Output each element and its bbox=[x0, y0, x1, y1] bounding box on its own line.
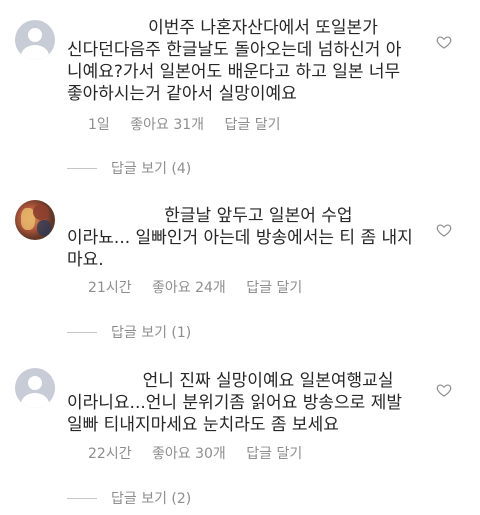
heart-outline-icon[interactable] bbox=[436, 34, 452, 50]
comment-time: 22시간 bbox=[88, 446, 132, 462]
comment-text: 언니 진짜 실망이예요 일본여행교실 이라니요...언니 분위기좀 읽어요 방송… bbox=[67, 371, 402, 435]
avatar-photo-part bbox=[33, 204, 49, 220]
comment-likes-count[interactable]: 좋아요 24개 bbox=[152, 280, 226, 296]
default-user-icon bbox=[28, 28, 42, 42]
user-avatar[interactable] bbox=[15, 20, 55, 60]
comment-time: 1일 bbox=[88, 117, 110, 133]
comment-meta: 22시간 좋아요 30개 답글 달기 bbox=[88, 443, 318, 463]
user-avatar[interactable] bbox=[15, 368, 55, 408]
reply-button[interactable]: 답글 달기 bbox=[225, 117, 281, 133]
user-avatar[interactable] bbox=[15, 200, 55, 240]
default-user-icon-body bbox=[21, 393, 49, 408]
avatar-photo-part bbox=[37, 220, 51, 236]
view-replies-button[interactable]: 답글 보기 (1) bbox=[67, 322, 191, 342]
comment-text: 한글날 앞두고 일본어 수업 이라뇨... 일빠인거 아는데 방송에서는 티 좀… bbox=[67, 206, 413, 270]
view-replies-label: 답글 보기 (4) bbox=[111, 161, 192, 177]
view-replies-label: 답글 보기 (1) bbox=[111, 325, 192, 341]
reply-button[interactable]: 답글 달기 bbox=[246, 280, 302, 296]
reply-button[interactable]: 답글 달기 bbox=[246, 446, 302, 462]
heart-outline-icon[interactable] bbox=[436, 382, 452, 398]
comment-meta: 21시간 좋아요 24개 답글 달기 bbox=[88, 277, 318, 297]
view-replies-button[interactable]: 답글 보기 (4) bbox=[67, 158, 191, 178]
comment-text: 이번주 나혼자산다에서 또일본가 신다던다음주 한글날도 돌아오는데 넘하신거 … bbox=[67, 18, 402, 104]
default-user-icon-body bbox=[21, 45, 49, 60]
divider-line bbox=[67, 331, 97, 333]
heart-outline-icon[interactable] bbox=[436, 222, 452, 238]
comment-likes-count[interactable]: 좋아요 30개 bbox=[152, 446, 226, 462]
default-user-icon bbox=[28, 376, 42, 390]
view-replies-label: 답글 보기 (2) bbox=[111, 491, 192, 507]
comment-time: 21시간 bbox=[88, 280, 132, 296]
view-replies-button[interactable]: 답글 보기 (2) bbox=[67, 488, 191, 508]
comment-meta: 1일 좋아요 31개 답글 달기 bbox=[88, 114, 296, 134]
divider-line bbox=[67, 167, 97, 169]
divider-line bbox=[67, 497, 97, 499]
comment-likes-count[interactable]: 좋아요 31개 bbox=[130, 117, 204, 133]
